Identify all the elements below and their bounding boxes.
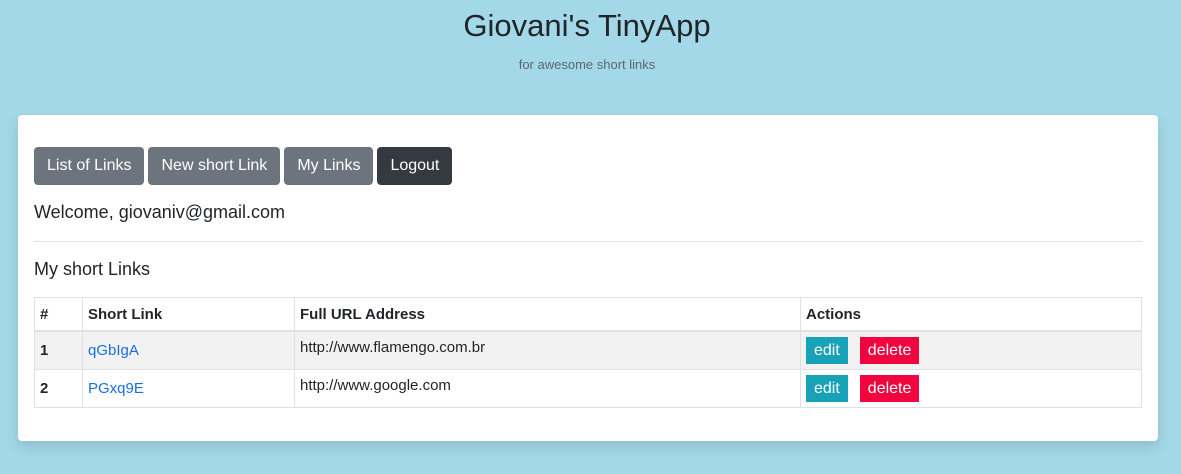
short-link-cell: PGxq9E xyxy=(82,369,295,408)
short-link[interactable]: qGbIgA xyxy=(88,342,139,359)
actions-cell: edit delete xyxy=(800,330,1142,370)
column-header-actions: Actions xyxy=(800,297,1142,332)
table-header-row: # Short Link Full URL Address Actions xyxy=(34,297,1142,332)
row-number: 2 xyxy=(34,369,83,408)
short-link[interactable]: PGxq9E xyxy=(88,380,144,397)
row-number: 1 xyxy=(34,330,83,370)
my-links-button[interactable]: My Links xyxy=(284,147,374,185)
new-short-link-button[interactable]: New short Link xyxy=(148,147,281,185)
site-subtitle: for awesome short links xyxy=(518,57,656,72)
delete-button[interactable]: delete xyxy=(859,337,920,364)
table-row: 2 PGxq9E http://www.google.com edit delet… xyxy=(34,369,1142,408)
site-title: Giovani's TinyApp xyxy=(463,8,711,43)
column-header-full-url: Full URL Address xyxy=(294,297,801,332)
edit-button[interactable]: edit xyxy=(806,337,848,364)
column-header-number: # xyxy=(34,297,83,332)
section-title: My short Links xyxy=(34,259,151,279)
welcome-message: Welcome, giovaniv@gmail.com xyxy=(34,202,286,222)
edit-button[interactable]: edit xyxy=(806,375,848,402)
nav-bar: List of Links New short Link My Links Lo… xyxy=(34,147,453,185)
full-url-cell: http://www.google.com xyxy=(294,369,801,408)
column-header-short-link: Short Link xyxy=(82,297,295,332)
table-row: 1 qGbIgA http://www.flamengo.com.br edit… xyxy=(34,330,1142,370)
full-url: http://www.google.com xyxy=(300,377,451,394)
delete-button[interactable]: delete xyxy=(859,375,920,402)
actions-cell: edit delete xyxy=(800,369,1142,408)
short-link-cell: qGbIgA xyxy=(82,330,295,370)
list-of-links-button[interactable]: List of Links xyxy=(34,147,145,185)
logout-button[interactable]: Logout xyxy=(377,147,453,185)
divider xyxy=(34,241,1142,242)
full-url: http://www.flamengo.com.br xyxy=(300,339,486,356)
main-card: List of Links New short Link My Links Lo… xyxy=(18,115,1158,441)
links-table: # Short Link Full URL Address Actions 1 … xyxy=(34,297,1142,408)
full-url-cell: http://www.flamengo.com.br xyxy=(294,330,801,370)
